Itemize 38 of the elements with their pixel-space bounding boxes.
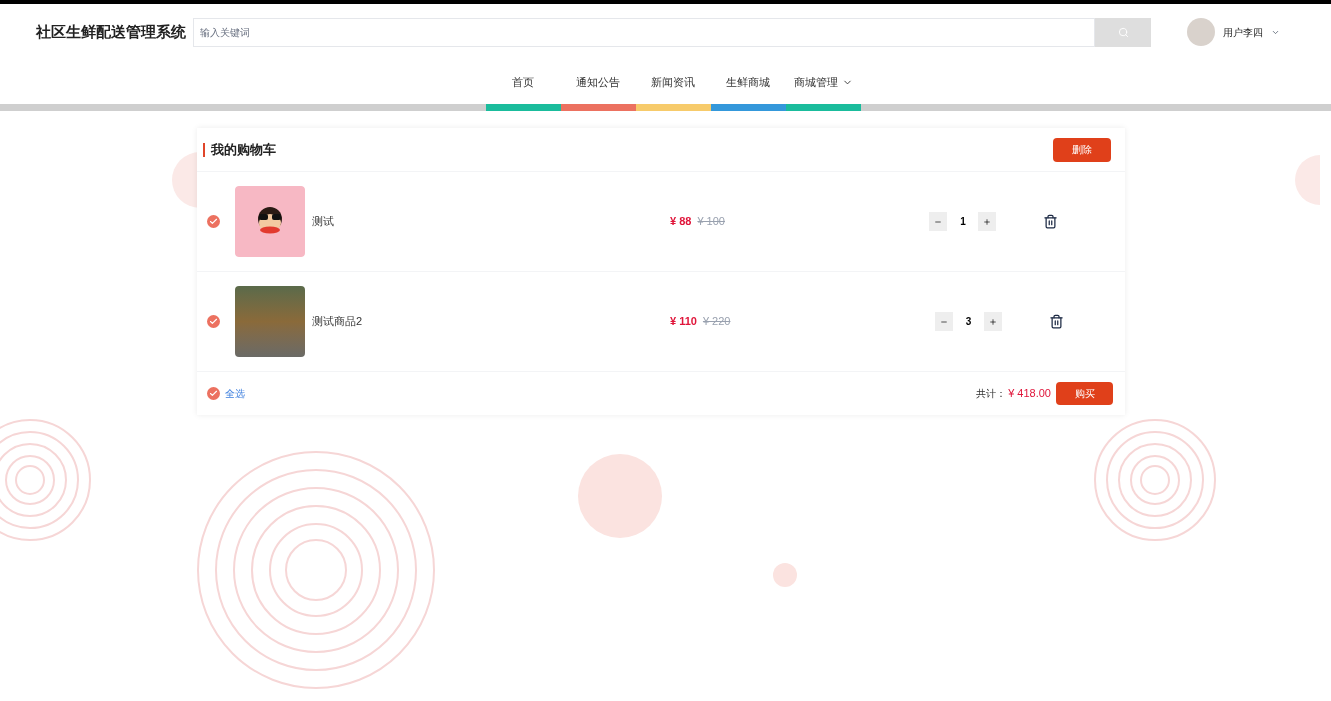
decrease-button[interactable]	[929, 212, 948, 231]
check-icon	[209, 389, 218, 398]
cart-title: 我的购物车	[203, 142, 276, 157]
nav-link[interactable]: 新闻资讯	[651, 60, 695, 104]
nav-link[interactable]: 生鲜商城	[726, 60, 770, 104]
checkbox[interactable]	[207, 315, 220, 328]
price: ¥ 88	[670, 214, 692, 230]
total-amount: ¥ 418.00	[1008, 386, 1051, 402]
original-price: ¥ 220	[702, 314, 732, 330]
checkbox[interactable]	[207, 215, 220, 228]
check-icon	[209, 317, 218, 326]
buy-button[interactable]: 购买	[1056, 382, 1113, 405]
cartoon-illustration	[235, 186, 305, 257]
decrease-button[interactable]	[934, 312, 953, 331]
delete-button[interactable]: 删除	[1053, 137, 1111, 162]
plus-icon	[983, 217, 992, 226]
select-all-link[interactable]: 全选	[225, 386, 245, 401]
avatar[interactable]	[1187, 18, 1215, 46]
checkbox[interactable]	[207, 387, 220, 400]
site-title: 社区生鲜配送管理系统	[36, 21, 187, 42]
nav-link[interactable]: 首页	[512, 60, 534, 104]
trash-icon[interactable]	[1043, 214, 1059, 229]
original-price: ¥ 100	[697, 214, 726, 230]
price: ¥ 110	[670, 314, 697, 330]
increase-button[interactable]	[978, 212, 997, 231]
nav-link[interactable]: 通知公告	[576, 60, 620, 104]
search-field[interactable]: 输入关键词	[193, 17, 1095, 47]
username[interactable]: 用户李四	[1223, 24, 1263, 40]
product-name: 测试	[312, 214, 335, 230]
search-icon	[1117, 26, 1129, 38]
check-icon	[209, 217, 218, 226]
total-label: 共计：	[976, 387, 1007, 401]
plus-icon	[988, 317, 997, 326]
product-name: 测试商品2	[312, 314, 364, 330]
nav-link[interactable]: 商城管理	[793, 60, 853, 104]
decorative-circle	[773, 563, 797, 587]
photo-placeholder	[235, 286, 305, 357]
trash-icon[interactable]	[1048, 314, 1064, 329]
